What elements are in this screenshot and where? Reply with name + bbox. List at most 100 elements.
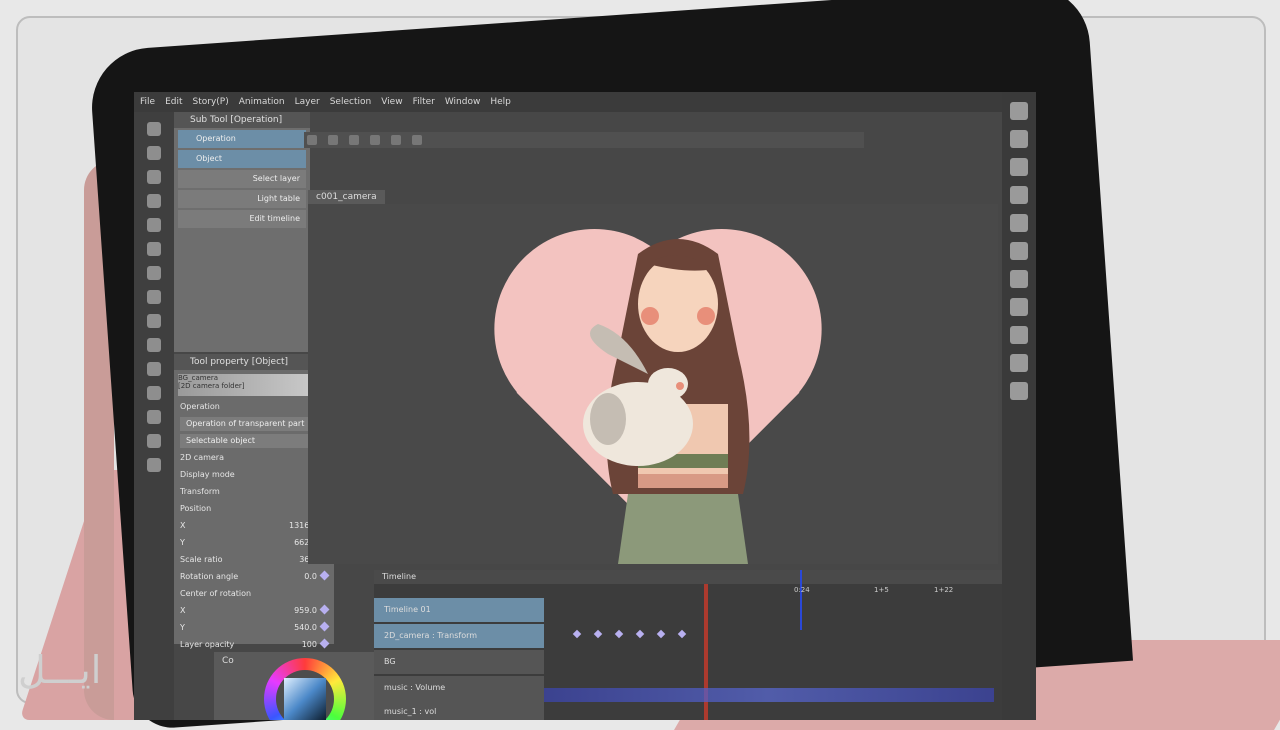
audio-waveform <box>544 688 994 702</box>
camera2d-row: 2D camera <box>180 451 328 465</box>
brush-settings-icon[interactable] <box>1010 326 1028 344</box>
record-icon[interactable] <box>1010 382 1028 400</box>
center-x-value[interactable]: 959.0 <box>294 606 317 615</box>
center-y-row[interactable]: Y 540.0 <box>180 621 330 635</box>
lasso-icon[interactable] <box>147 242 161 256</box>
color-picker-square[interactable] <box>284 678 326 720</box>
transform-label: Transform <box>180 487 220 496</box>
position-label: Position <box>180 504 212 513</box>
keyframe-icon[interactable] <box>614 629 624 639</box>
hand-icon[interactable] <box>147 146 161 160</box>
center-rotation-row: Center of rotation <box>180 587 328 601</box>
selection-icon[interactable] <box>147 218 161 232</box>
menu-animation[interactable]: Animation <box>239 97 285 107</box>
subtool-light-table[interactable]: Light table <box>178 190 306 208</box>
subtool-edit-timeline[interactable]: Edit timeline <box>178 210 306 228</box>
color-panel: Co <box>214 652 374 720</box>
keyframe-icon[interactable] <box>319 638 330 649</box>
keyframe-icon[interactable] <box>319 570 330 581</box>
menu-selection[interactable]: Selection <box>330 97 371 107</box>
display-mode-row[interactable]: Display mode <box>180 466 330 482</box>
drawing-canvas[interactable] <box>308 204 998 564</box>
keyframe-icon[interactable] <box>572 629 582 639</box>
menu-view[interactable]: View <box>381 97 402 107</box>
scale-row[interactable]: Scale ratio36.2 <box>180 553 330 567</box>
color-tab-label[interactable]: Co <box>222 656 234 666</box>
subtool-title: Sub Tool [Operation] <box>174 112 310 128</box>
girl-with-rabbit-illustration <box>583 239 750 564</box>
pos-x-row[interactable]: X 1316.0 <box>180 519 330 533</box>
subtool-panel: Sub Tool [Operation] Operation Object Se… <box>174 112 310 352</box>
material-icon[interactable] <box>1010 186 1028 204</box>
ruler-icon[interactable] <box>1010 242 1028 260</box>
opacity-row[interactable]: Layer opacity 100 <box>180 638 330 652</box>
menu-filter[interactable]: Filter <box>413 97 435 107</box>
operation-icon[interactable] <box>147 170 161 184</box>
search-icon[interactable] <box>1010 102 1028 120</box>
frame-label-3: 1+22 <box>934 586 954 594</box>
rotation-row[interactable]: Rotation angle 0.0 <box>180 570 330 584</box>
undo-icon[interactable] <box>370 135 381 145</box>
save-icon[interactable] <box>349 135 360 145</box>
airbrush-icon[interactable] <box>147 362 161 376</box>
menu-help[interactable]: Help <box>490 97 511 107</box>
fill-icon[interactable] <box>147 410 161 424</box>
position-row: Position <box>180 502 328 516</box>
pencil-icon[interactable] <box>147 314 161 328</box>
timeline-track-4[interactable]: music : Volume <box>374 676 544 700</box>
document-tab[interactable]: c001_camera <box>308 190 385 204</box>
subtool-operation[interactable]: Operation <box>178 130 306 148</box>
keyframe-icon[interactable] <box>657 629 666 639</box>
right-toolbar <box>1002 92 1036 720</box>
center-y-value[interactable]: 540.0 <box>294 623 317 632</box>
timeline-end-marker[interactable] <box>800 570 802 630</box>
command-bar <box>304 132 864 148</box>
rotate-icon[interactable] <box>1010 298 1028 316</box>
move-icon[interactable] <box>147 194 161 208</box>
x-label: X <box>180 606 186 615</box>
navigator-icon[interactable] <box>1010 130 1028 148</box>
tablet-screen: File Edit Story(P) Animation Layer Selec… <box>134 92 1036 720</box>
timeline-track-3[interactable]: BG <box>374 650 544 674</box>
brush-icon[interactable] <box>147 338 161 352</box>
pen-icon[interactable] <box>147 290 161 304</box>
camera2d-label: 2D camera <box>180 453 224 462</box>
operation-label: Operation <box>180 402 220 411</box>
menu-layer[interactable]: Layer <box>295 97 320 107</box>
eraser-icon[interactable] <box>147 386 161 400</box>
new-icon[interactable] <box>307 135 317 145</box>
selectable-object-button[interactable]: Selectable object <box>180 434 328 448</box>
operation-dropdown[interactable]: Operation of transparent part <box>180 417 328 431</box>
settings-icon[interactable] <box>412 135 423 145</box>
text-icon[interactable] <box>147 458 161 472</box>
color-wheel[interactable] <box>264 658 346 720</box>
keyframe-icon[interactable] <box>593 629 603 639</box>
subtool-object[interactable]: Object <box>178 150 306 168</box>
menu-window[interactable]: Window <box>445 97 481 107</box>
transparent-icon[interactable] <box>1010 214 1028 232</box>
keyframe-icon[interactable] <box>636 629 645 639</box>
eyedropper-icon[interactable] <box>147 266 161 280</box>
rotation-value[interactable]: 0.0 <box>304 572 317 581</box>
keyframe-icon[interactable] <box>319 604 330 615</box>
transform-row: Transform <box>180 485 328 499</box>
opacity-value[interactable]: 100 <box>302 640 317 649</box>
keyframe-icon[interactable] <box>678 629 687 639</box>
keyframe-icon[interactable] <box>319 621 330 632</box>
menu-file[interactable]: File <box>140 97 155 107</box>
redo-icon[interactable] <box>391 135 402 145</box>
center-x-row[interactable]: X 959.0 <box>180 604 330 618</box>
subtool-select-layer[interactable]: Select layer <box>178 170 306 188</box>
timeline-track-2[interactable]: 2D_camera : Transform <box>374 624 544 648</box>
pos-y-row[interactable]: Y 662.5 <box>180 536 330 550</box>
menu-edit[interactable]: Edit <box>165 97 182 107</box>
zoom-icon[interactable] <box>147 122 161 136</box>
timeline-track-5[interactable]: music_1 : vol <box>374 700 544 720</box>
menu-story[interactable]: Story(P) <box>193 97 229 107</box>
timeline-track-1[interactable]: Timeline 01 <box>374 598 544 622</box>
flip-icon[interactable] <box>1010 270 1028 288</box>
layer-icon[interactable] <box>1010 158 1028 176</box>
open-icon[interactable] <box>328 135 339 145</box>
gradient-icon[interactable] <box>147 434 161 448</box>
camera-icon[interactable] <box>1010 354 1028 372</box>
